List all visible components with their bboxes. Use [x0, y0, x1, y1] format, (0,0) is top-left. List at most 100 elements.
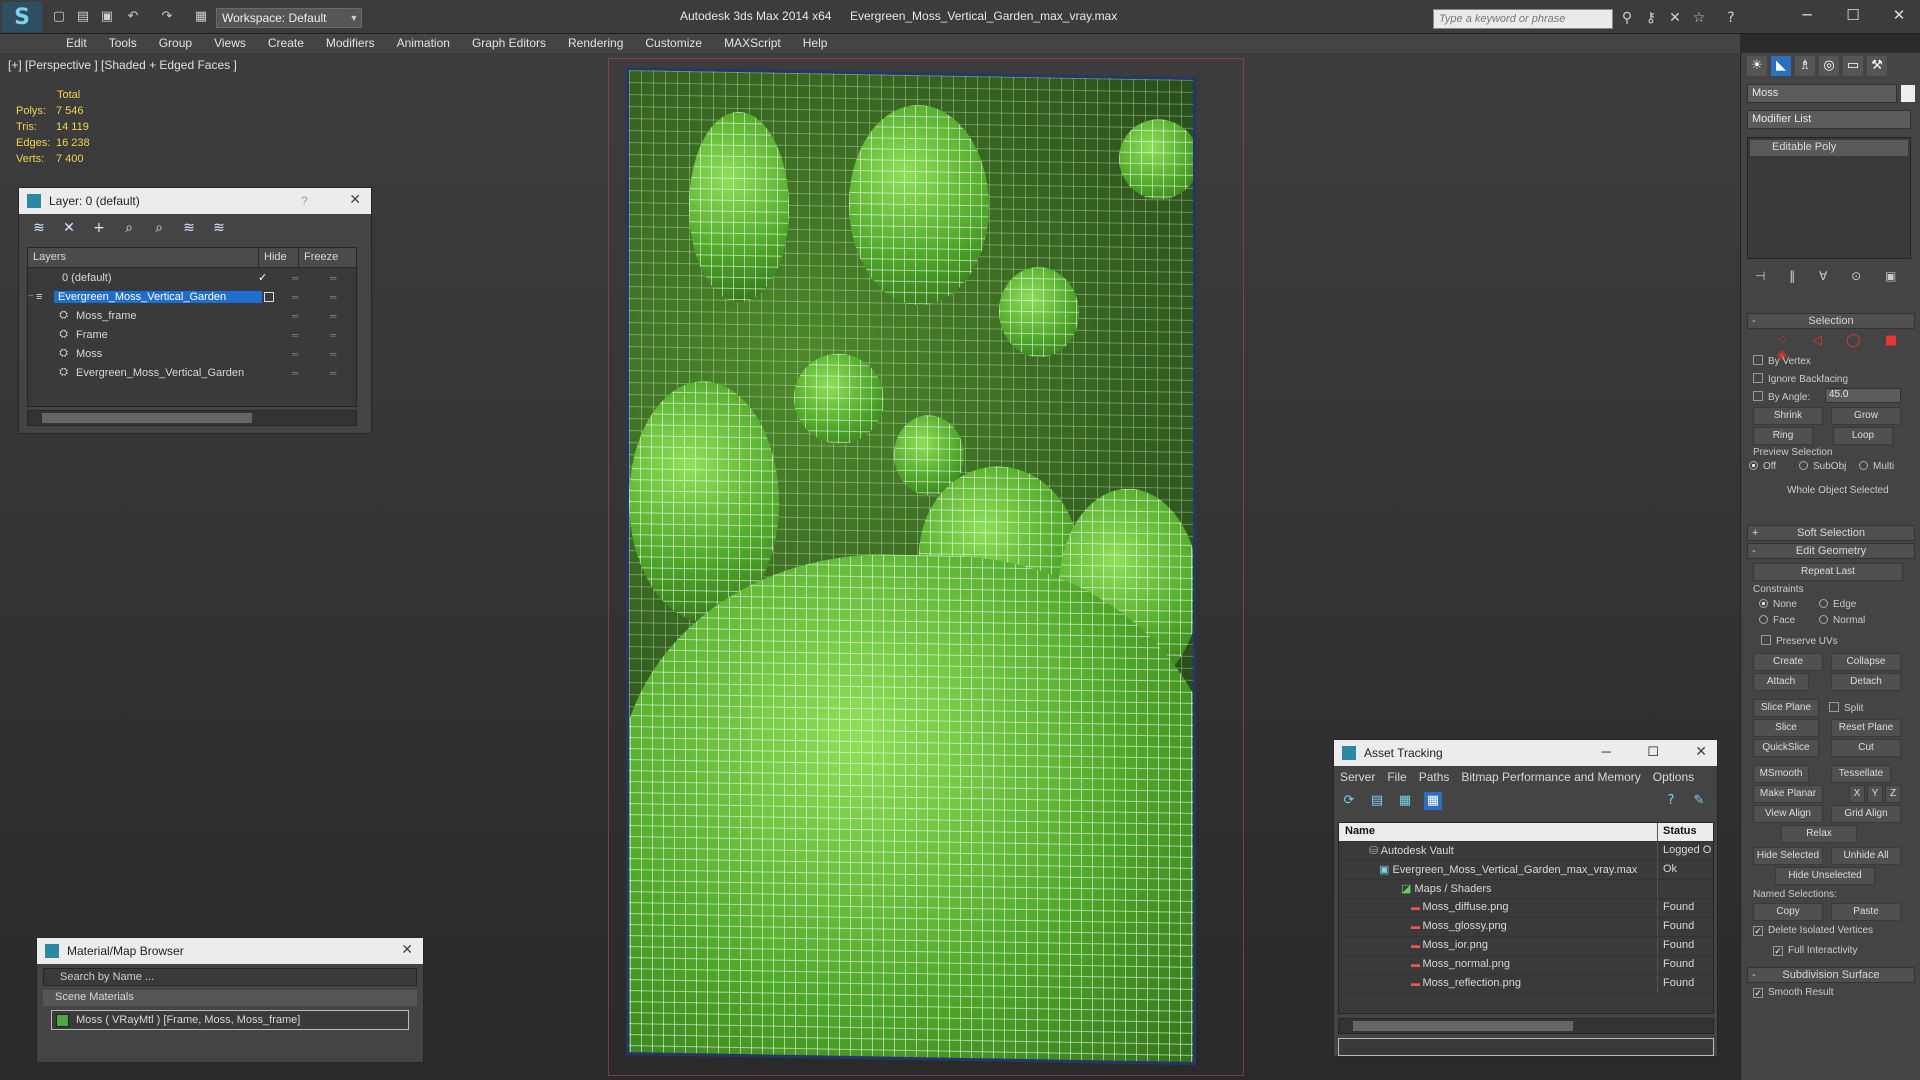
hide-all-icon[interactable]: ≋: [179, 218, 199, 238]
new-file-icon[interactable]: ▢: [50, 8, 68, 26]
minimize-icon[interactable]: ─: [1602, 744, 1611, 759]
close-icon[interactable]: ✕: [1695, 744, 1707, 760]
by-angle-checkbox[interactable]: By Angle:: [1753, 391, 1810, 403]
rollout-edit-geometry[interactable]: - Edit Geometry: [1747, 543, 1915, 559]
select-objects-icon[interactable]: ⌕: [119, 218, 139, 238]
menu-bitmap-performance[interactable]: Bitmap Performance and Memory: [1461, 770, 1640, 784]
ignore-backfacing-checkbox[interactable]: Ignore Backfacing: [1753, 373, 1848, 385]
material-search-input[interactable]: Search by Name ...: [43, 968, 417, 986]
cut-button[interactable]: Cut: [1831, 739, 1901, 757]
undo-icon[interactable]: ↶: [124, 8, 142, 26]
project-folder-icon[interactable]: ▦: [192, 8, 210, 26]
asset-row[interactable]: ◪ Maps / Shaders: [1339, 880, 1713, 899]
grid-align-button[interactable]: Grid Align: [1831, 805, 1901, 823]
repeat-last-button[interactable]: Repeat Last: [1753, 563, 1903, 581]
menu-animation[interactable]: Animation: [386, 34, 461, 53]
table-view-icon[interactable]: ▦: [1424, 792, 1442, 810]
horizontal-scrollbar[interactable]: [27, 410, 357, 426]
favorites-star-icon[interactable]: ☆: [1690, 9, 1708, 27]
motion-tab-icon[interactable]: ◎: [1819, 56, 1839, 76]
msmooth-button[interactable]: MSmooth: [1753, 765, 1809, 783]
layer-row[interactable]: − ≡ Evergreen_Moss_Vertical_Garden ═ ═: [28, 287, 356, 306]
delete-layer-icon[interactable]: ✕: [59, 218, 79, 238]
key-icon[interactable]: ⚷: [1642, 9, 1660, 27]
preview-subobj-radio[interactable]: SubObj: [1799, 461, 1846, 472]
settings-icon[interactable]: ✎: [1690, 792, 1708, 810]
utilities-tab-icon[interactable]: ⚒: [1867, 56, 1887, 76]
planar-z-button[interactable]: Z: [1885, 785, 1901, 803]
relax-button[interactable]: Relax: [1781, 825, 1857, 843]
loop-button[interactable]: Loop: [1833, 427, 1893, 445]
asset-row[interactable]: ▬ Moss_normal.png Found: [1339, 956, 1713, 975]
app-logo-icon[interactable]: S: [2, 2, 42, 32]
asset-row[interactable]: ▬ Moss_glossy.png Found: [1339, 918, 1713, 937]
freeze-all-icon[interactable]: ≋: [209, 218, 229, 238]
asset-row[interactable]: ▬ Moss_reflection.png Found: [1339, 975, 1713, 994]
object-name-field[interactable]: Moss: [1747, 84, 1897, 103]
menu-customize[interactable]: Customize: [634, 34, 713, 53]
full-interactivity-checkbox[interactable]: ✓ Full Interactivity: [1773, 945, 1857, 956]
horizontal-scrollbar[interactable]: [1338, 1018, 1714, 1034]
menu-maxscript[interactable]: MAXScript: [713, 34, 792, 53]
create-layer-icon[interactable]: ≋: [29, 218, 49, 238]
object-color-swatch[interactable]: [1901, 85, 1915, 102]
help-icon[interactable]: ?: [1662, 792, 1680, 810]
asset-row[interactable]: ⛁ Autodesk Vault Logged O: [1339, 842, 1713, 861]
menu-tools[interactable]: Tools: [98, 34, 148, 53]
attach-button[interactable]: Attach: [1753, 673, 1809, 691]
planar-y-button[interactable]: Y: [1867, 785, 1883, 803]
grow-button[interactable]: Grow: [1831, 407, 1901, 425]
rollout-selection[interactable]: - Selection: [1747, 313, 1915, 329]
collapse-button[interactable]: Collapse: [1831, 653, 1901, 671]
close-icon[interactable]: ✕: [1882, 4, 1916, 26]
active-checkbox[interactable]: [264, 291, 274, 302]
preview-multi-radio[interactable]: Multi: [1859, 461, 1894, 472]
menu-file[interactable]: File: [1387, 770, 1406, 784]
constraint-face-radio[interactable]: Face: [1759, 615, 1795, 626]
stack-tools-icons[interactable]: ⊣ ‖ ∀ ⊙ ▣: [1755, 269, 1906, 283]
menu-options[interactable]: Options: [1653, 770, 1694, 784]
menu-modifiers[interactable]: Modifiers: [315, 34, 386, 53]
chevron-down-icon[interactable]: ▼: [346, 8, 362, 28]
material-item[interactable]: Moss ( VRayMtl ) [Frame, Moss, Moss_fram…: [51, 1010, 409, 1030]
hide-unselected-button[interactable]: Hide Unselected: [1775, 867, 1875, 885]
asset-path-input[interactable]: [1338, 1038, 1714, 1056]
asset-row[interactable]: ▬ Moss_ior.png Found: [1339, 937, 1713, 956]
menu-edit[interactable]: Edit: [55, 34, 98, 53]
keyword-search-input[interactable]: Type a keyword or phrase: [1433, 9, 1613, 29]
asset-tracking-titlebar[interactable]: Asset Tracking ─ ☐ ✕: [1334, 740, 1717, 766]
constraint-edge-radio[interactable]: Edge: [1819, 599, 1856, 610]
create-tab-icon[interactable]: ☀: [1747, 56, 1767, 76]
hide-selected-button[interactable]: Hide Selected: [1753, 847, 1823, 865]
help-icon[interactable]: ?: [1722, 9, 1740, 27]
ring-button[interactable]: Ring: [1753, 427, 1813, 445]
layer-row[interactable]: ⛭ Moss_frame ═ ═: [28, 306, 356, 325]
col-name[interactable]: Name: [1339, 823, 1657, 841]
copy-button[interactable]: Copy: [1753, 903, 1823, 921]
minimize-icon[interactable]: ─: [1790, 4, 1824, 26]
rollout-subdivision-surface[interactable]: - Subdivision Surface: [1747, 967, 1915, 983]
create-button[interactable]: Create: [1753, 653, 1823, 671]
hierarchy-tab-icon[interactable]: ♗: [1795, 56, 1815, 76]
constraint-none-radio[interactable]: None: [1759, 599, 1797, 610]
add-to-layer-icon[interactable]: +: [89, 218, 109, 238]
shrink-button[interactable]: Shrink: [1753, 407, 1823, 425]
layer-row[interactable]: 0 (default) ✓ ═ ═: [28, 268, 356, 287]
viewport-label[interactable]: [+] [Perspective ] [Shaded + Edged Faces…: [8, 58, 237, 72]
close-icon[interactable]: ✕: [401, 942, 413, 958]
col-freeze[interactable]: Freeze: [298, 248, 343, 267]
list-view-icon[interactable]: ▤: [1368, 792, 1386, 810]
reset-plane-button[interactable]: Reset Plane: [1831, 719, 1901, 737]
by-vertex-checkbox[interactable]: By Vertex: [1753, 355, 1811, 367]
display-tab-icon[interactable]: ▭: [1843, 56, 1863, 76]
maximize-icon[interactable]: ☐: [1647, 744, 1659, 760]
menu-create[interactable]: Create: [257, 34, 315, 53]
menu-graph-editors[interactable]: Graph Editors: [461, 34, 557, 53]
col-status[interactable]: Status: [1657, 823, 1713, 841]
col-hide[interactable]: Hide: [258, 248, 298, 267]
close-icon[interactable]: ✕: [349, 192, 361, 208]
detach-button[interactable]: Detach: [1831, 673, 1901, 691]
modifier-list-dropdown[interactable]: Modifier List: [1747, 110, 1911, 129]
planar-x-button[interactable]: X: [1849, 785, 1865, 803]
menu-group[interactable]: Group: [148, 34, 203, 53]
